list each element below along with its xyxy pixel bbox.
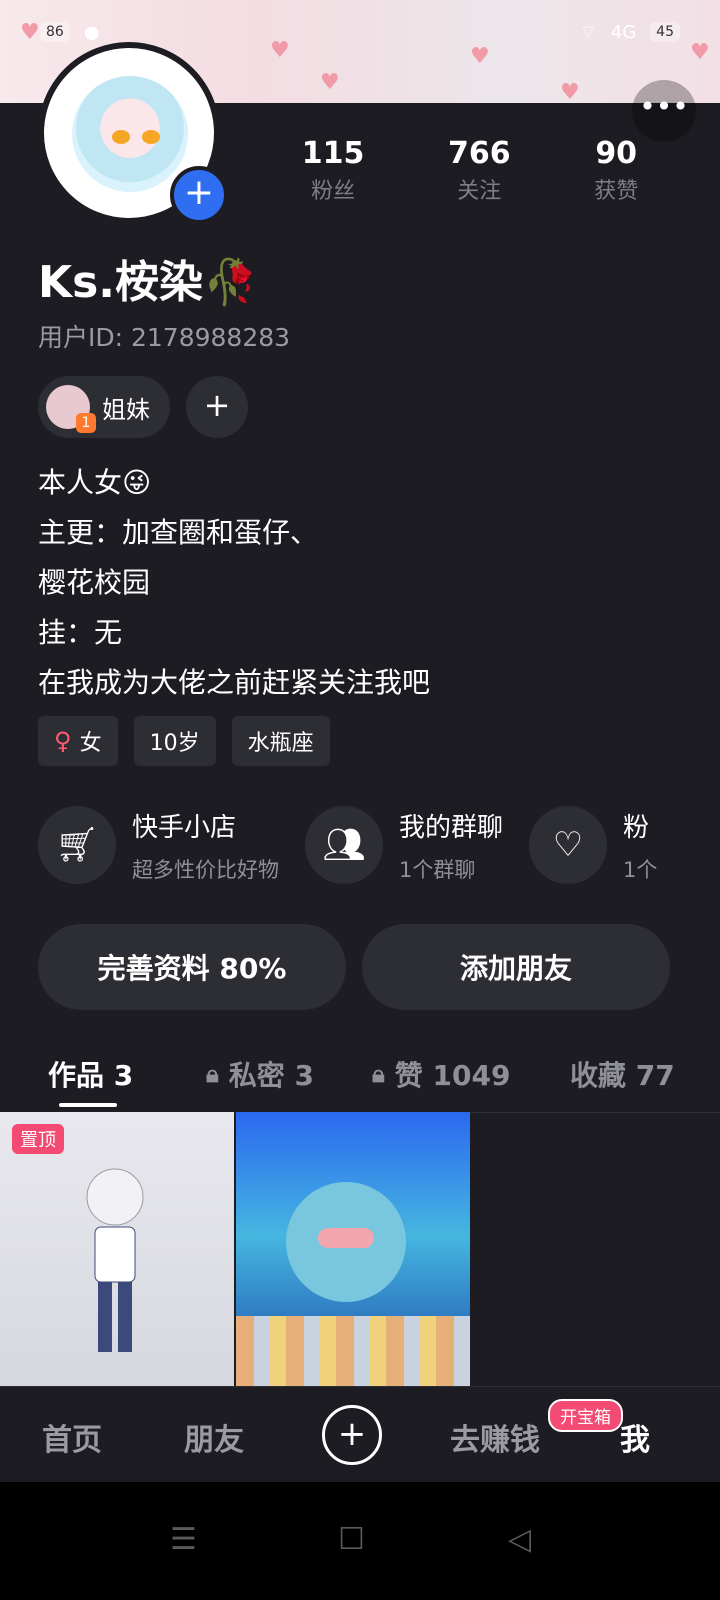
tab-label: 赞 1049 — [394, 1059, 511, 1092]
status-box: 86 — [40, 22, 70, 42]
avatar-eye — [142, 130, 160, 144]
tag-label: 女 — [79, 731, 102, 756]
profile-bio: 本人女😜 主更：加查圈和蛋仔、 樱花校园 挂：无 在我成为大佬之前赶紧关注我吧 — [38, 458, 430, 708]
shop-entry[interactable]: 🛒︎ 快手小店 超多性价比好物 — [38, 806, 279, 884]
lock-icon: 🔒︎ — [372, 1060, 385, 1088]
video-thumbnail[interactable] — [236, 1112, 470, 1386]
home-square-icon[interactable]: ☐ — [338, 1522, 365, 1557]
bio-line: 本人女😜 — [38, 466, 152, 499]
stat-label: 关注 — [457, 179, 502, 204]
profile-name: Ks.桉染🥀 — [38, 257, 258, 308]
profile-actions: 完善资料 80% 添加朋友 — [38, 924, 670, 1010]
add-avatar-button[interactable]: + — [170, 166, 228, 224]
game-character — [286, 1182, 406, 1302]
entry-title: 粉 — [623, 812, 650, 843]
mini-avatar: 1 — [46, 385, 96, 433]
more-options-icon[interactable]: ••• — [632, 80, 696, 142]
feature-entries: 🛒︎ 快手小店 超多性价比好物 👥︎ 我的群聊 1个群聊 ♡ 粉 1个 — [38, 806, 720, 884]
bio-line: 挂：无 — [38, 616, 123, 649]
entry-subtitle: 1个 — [623, 857, 658, 882]
chip-label: 姐妹 — [102, 395, 150, 424]
pinned-badge: 置顶 — [12, 1124, 64, 1154]
group-icon: 👥︎ — [305, 806, 383, 884]
character-glasses — [318, 1228, 374, 1248]
avatar-eye — [112, 130, 130, 144]
stat-number: 115 — [301, 136, 365, 171]
lock-icon: 🔒︎ — [206, 1060, 219, 1088]
sister-chip[interactable]: 1 姐妹 — [38, 376, 170, 438]
heart-icon: ♡ — [529, 806, 608, 884]
age-tag: 10岁 — [133, 716, 216, 766]
heart-decoration: ♥ — [320, 70, 340, 95]
video-thumbnail[interactable]: 置顶 — [0, 1112, 234, 1386]
tab-label: 作品 3 — [48, 1059, 134, 1092]
tab-label: 私密 3 — [228, 1059, 315, 1092]
stat-likes[interactable]: 90 获赞 — [594, 136, 638, 205]
relationship-chips: 1 姐妹 + — [38, 376, 248, 438]
nav-friends[interactable]: 朋友 — [184, 1415, 244, 1459]
chip-badge: 1 — [76, 413, 96, 433]
bio-line: 主更：加查圈和蛋仔、 — [38, 516, 319, 549]
user-id: 用户ID: 2178988283 — [38, 323, 291, 352]
nav-home[interactable]: 首页 — [42, 1415, 102, 1459]
notification-icon: ● — [83, 21, 100, 43]
add-friend-button[interactable]: 添加朋友 — [362, 924, 670, 1010]
battery-icon: 45 — [650, 22, 680, 42]
crowd-background — [236, 1316, 470, 1386]
bio-line: 樱花校园 — [38, 566, 151, 599]
stat-label: 获赞 — [594, 179, 639, 204]
entry-title: 我的群聊 — [399, 812, 504, 843]
network-label: 4G — [610, 21, 637, 43]
tab-favorites[interactable]: 收藏 77 — [570, 1054, 675, 1094]
stat-followers[interactable]: 115 粉丝 — [302, 136, 365, 205]
heart-decoration: ♥ — [20, 20, 40, 45]
tab-works[interactable]: 作品 3 — [48, 1054, 133, 1094]
tab-likes[interactable]: 🔒︎ 赞 1049 — [372, 1054, 510, 1094]
system-navigation: ☰ ☐ ◁ — [0, 1482, 720, 1600]
entry-subtitle: 超多性价比好物 — [132, 857, 279, 882]
tab-private[interactable]: 🔒︎ 私密 3 — [206, 1054, 314, 1094]
profile-tags: ♀ 女 10岁 水瓶座 — [38, 716, 330, 766]
bio-line: 在我成为大佬之前赶紧关注我吧 — [38, 666, 431, 699]
nav-earn[interactable]: 去赚钱 — [450, 1415, 540, 1459]
heart-decoration: ♥ — [560, 80, 580, 103]
menu-icon[interactable]: ☰ — [170, 1522, 197, 1557]
create-button[interactable]: + — [322, 1405, 382, 1465]
bottom-navigation: 首页 朋友 + 去赚钱 开宝箱 我 — [0, 1386, 720, 1483]
nav-me[interactable]: 我 — [620, 1415, 650, 1459]
back-icon[interactable]: ◁ — [508, 1522, 531, 1557]
zodiac-tag: 水瓶座 — [231, 716, 330, 766]
tab-label: 收藏 77 — [570, 1059, 675, 1092]
stat-label: 粉丝 — [311, 179, 356, 204]
gender-tag: ♀ 女 — [38, 716, 118, 766]
add-relationship-button[interactable]: + — [186, 376, 248, 438]
character-figure — [86, 1168, 144, 1352]
cart-icon: 🛒︎ — [38, 806, 116, 884]
avatar-character — [72, 76, 188, 192]
active-tab-indicator — [59, 1103, 117, 1107]
entry-title: 快手小店 — [132, 812, 237, 843]
group-chat-entry[interactable]: 👥︎ 我的群聊 1个群聊 — [305, 806, 503, 884]
female-icon: ♀ — [54, 727, 72, 755]
fans-entry[interactable]: ♡ 粉 1个 — [529, 806, 657, 884]
wifi-icon: ⌔ — [579, 21, 597, 43]
stat-number: 90 — [595, 136, 638, 171]
profile-stats: 115 粉丝 766 关注 90 获赞 — [260, 136, 680, 205]
heart-decoration: ♥ — [690, 40, 710, 65]
complete-profile-button[interactable]: 完善资料 80% — [38, 924, 346, 1010]
stat-following[interactable]: 766 关注 — [448, 136, 511, 205]
treasure-badge: 开宝箱 — [548, 1399, 623, 1432]
entry-subtitle: 1个群聊 — [399, 857, 476, 882]
stat-number: 766 — [447, 136, 511, 171]
